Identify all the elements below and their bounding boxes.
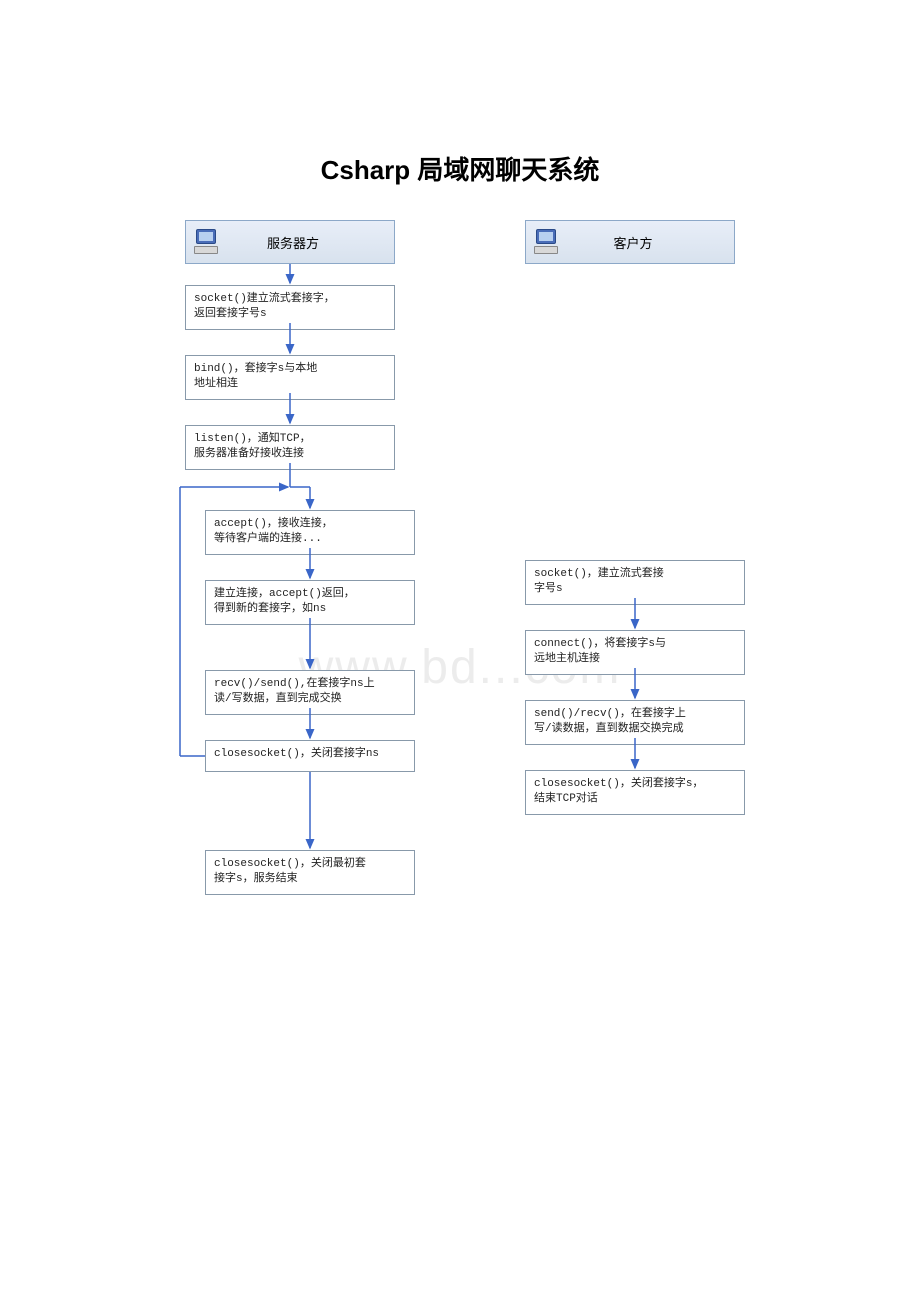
- server-header: 服务器方: [185, 220, 395, 264]
- server-step-socket: socket()建立流式套接字，返回套接字号s: [185, 285, 395, 330]
- client-step-close: closesocket()，关闭套接字s，结束TCP对话: [525, 770, 745, 815]
- server-step-close-s: closesocket()，关闭最初套接字s，服务结束: [205, 850, 415, 895]
- flowchart-diagram: 服务器方 客户方 socket()建立流式套接字，返回套接字号s bind()，…: [175, 210, 765, 940]
- client-header-label: 客户方: [562, 233, 734, 252]
- client-step-send-recv: send()/recv()，在套接字上写/读数据，直到数据交换完成: [525, 700, 745, 745]
- server-step-listen: listen()，通知TCP，服务器准备好接收连接: [185, 425, 395, 470]
- page-title: Csharp 局域网聊天系统: [0, 150, 920, 187]
- server-step-accept: accept()，接收连接，等待客户端的连接...: [205, 510, 415, 555]
- client-step-socket: socket()，建立流式套接字号s: [525, 560, 745, 605]
- client-step-connect: connect()，将套接字s与远地主机连接: [525, 630, 745, 675]
- computer-icon: [192, 227, 222, 257]
- client-header: 客户方: [525, 220, 735, 264]
- server-step-connect-established: 建立连接，accept()返回，得到新的套接字，如ns: [205, 580, 415, 625]
- server-step-close-ns: closesocket()，关闭套接字ns: [205, 740, 415, 772]
- server-step-recv-send: recv()/send(),在套接字ns上读/写数据，直到完成交换: [205, 670, 415, 715]
- server-header-label: 服务器方: [222, 233, 394, 252]
- server-step-bind: bind()，套接字s与本地地址相连: [185, 355, 395, 400]
- computer-icon: [532, 227, 562, 257]
